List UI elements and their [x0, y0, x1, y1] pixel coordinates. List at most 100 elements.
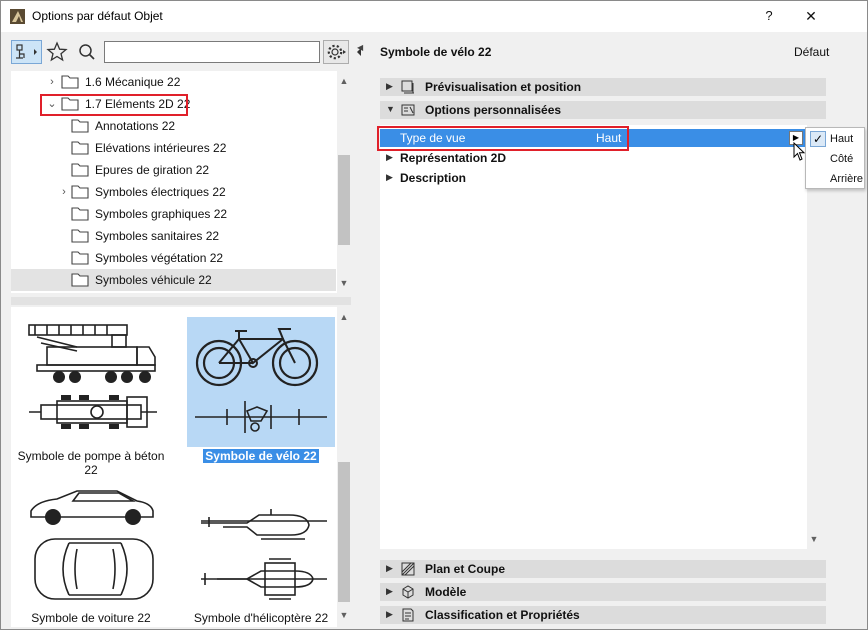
car-image [30, 490, 154, 600]
section-label: Modèle [425, 585, 467, 599]
param-row[interactable]: ▶ Représentation 2D [380, 149, 807, 167]
thumbnails-scrollbar[interactable]: ▲ ▼ [337, 307, 351, 627]
star-icon [46, 41, 68, 62]
object-thumbnails: Symbole de pompe à béton 22 Symbole de v… [11, 307, 351, 627]
folder-icon [71, 273, 89, 287]
tree-item-label: Epures de giration 22 [95, 163, 210, 177]
plan-section-icon [401, 562, 415, 576]
custom-options-icon [401, 104, 415, 116]
pump-truck-image [28, 324, 157, 429]
param-row[interactable]: ▶ Description [380, 169, 807, 187]
classification-icon [402, 608, 414, 622]
window-title: Options par défaut Objet [32, 9, 163, 23]
search-button[interactable] [75, 40, 99, 64]
section-header[interactable]: ▼ Options personnalisées [380, 101, 826, 119]
dropdown-option[interactable]: Arrière [806, 169, 864, 189]
tree-scrollbar[interactable]: ▲ ▼ [337, 71, 351, 293]
help-button[interactable]: ? [757, 3, 781, 29]
preview-icon [401, 80, 414, 94]
splitter-arrow-icon: ◀ [357, 43, 364, 52]
tree-item-label: Symboles véhicule 22 [95, 273, 212, 287]
dropdown-option-label: Haut [830, 133, 854, 145]
folder-icon [61, 75, 79, 89]
expand-triangle-icon: ▶ [386, 81, 393, 91]
settings-button[interactable] [323, 40, 349, 64]
expand-triangle-icon[interactable]: ▶ [386, 172, 393, 183]
section-label: Plan et Coupe [425, 562, 506, 576]
tree-item[interactable]: › Symboles électriques 22 [11, 181, 336, 203]
scroll-down-icon[interactable]: ▼ [337, 275, 351, 291]
tree-item-label: Symboles électriques 22 [95, 185, 226, 199]
tree-scroll-thumb[interactable] [338, 155, 350, 245]
tree-item[interactable]: Epures de giration 22 [11, 159, 336, 181]
dropdown-option[interactable]: ✓ Haut [806, 129, 864, 149]
tree-item-label: Elévations intérieures 22 [95, 141, 227, 155]
scroll-down-icon[interactable]: ▼ [807, 531, 821, 547]
thumbnail-item-selected[interactable]: Symbole de vélo 22 [181, 317, 341, 477]
param-label: Représentation 2D [400, 151, 507, 165]
dropdown-option-label: Arrière [830, 173, 864, 185]
tree-item[interactable]: Annotations 22 [11, 115, 336, 137]
tree-item-label: Symboles végétation 22 [95, 251, 224, 265]
library-view-button[interactable] [11, 40, 42, 64]
view-type-dropdown[interactable]: ✓ Haut Côté Arrière [805, 127, 865, 189]
close-button[interactable]: ✕ [799, 3, 823, 29]
section-label: Options personnalisées [425, 103, 562, 117]
section-header[interactable]: ▶ Prévisualisation et position [380, 78, 826, 96]
gear-icon [327, 44, 346, 60]
expand-triangle-icon: ▶ [386, 563, 393, 573]
tree-item-label: Symboles sanitaires 22 [95, 229, 220, 243]
archicad-app-icon [10, 9, 25, 24]
vertical-splitter[interactable]: ◀ [355, 37, 365, 629]
model-icon [402, 585, 414, 599]
thumbnail-item[interactable]: Symbole d'hélicoptère 22 [181, 487, 341, 627]
bicycle-image [187, 317, 335, 447]
expand-chevron-icon[interactable]: › [47, 76, 57, 88]
dropdown-option[interactable]: Côté [806, 149, 864, 169]
folder-icon [71, 141, 89, 155]
section-label: Prévisualisation et position [425, 80, 582, 94]
thumbnails-scroll-thumb[interactable] [338, 462, 350, 602]
param-highlight-annotation [377, 126, 629, 151]
section-header[interactable]: ▶ Plan et Coupe [380, 560, 826, 578]
expand-triangle-icon: ▶ [386, 609, 393, 619]
scroll-up-icon[interactable]: ▲ [337, 309, 351, 325]
tree-item[interactable]: Symboles véhicule 22 [11, 269, 336, 291]
tree-highlight-annotation [40, 94, 188, 116]
folder-icon [71, 119, 89, 133]
thumbnail-item[interactable]: Symbole de pompe à béton 22 [11, 317, 171, 477]
folder-icon [71, 251, 89, 265]
tree-item[interactable]: Elévations intérieures 22 [11, 137, 336, 159]
object-name: Symbole de vélo 22 [380, 45, 492, 59]
favorites-button[interactable] [45, 40, 69, 64]
tree-item[interactable]: › 1.6 Mécanique 22 [11, 71, 336, 93]
expand-triangle-icon[interactable]: ▶ [386, 152, 393, 163]
expand-triangle-icon: ▶ [386, 586, 393, 596]
tree-item[interactable]: Symboles graphiques 22 [11, 203, 336, 225]
panel-divider[interactable] [11, 297, 351, 305]
tree-item[interactable]: Symboles végétation 22 [11, 247, 336, 269]
tree-item-label: 1.6 Mécanique 22 [85, 75, 181, 89]
tree-item-label: Symboles graphiques 22 [95, 207, 228, 221]
scroll-down-icon[interactable]: ▼ [337, 607, 351, 623]
tree-item-label: Annotations 22 [95, 119, 176, 133]
helicopter-image [201, 509, 327, 600]
folder-icon [71, 163, 89, 177]
folder-icon [71, 207, 89, 221]
default-label: Défaut [794, 45, 830, 59]
thumbnail-caption: Symbole d'hélicoptère 22 [193, 611, 329, 625]
section-header[interactable]: ▶ Classification et Propriétés [380, 606, 826, 624]
thumbnail-item[interactable]: Symbole de voiture 22 [11, 487, 171, 627]
dropdown-option-label: Côté [830, 153, 854, 165]
section-label: Classification et Propriétés [425, 608, 580, 622]
param-label: Description [400, 171, 467, 185]
tree-item[interactable]: Symboles sanitaires 22 [11, 225, 336, 247]
search-input[interactable] [104, 41, 320, 63]
section-header[interactable]: ▶ Modèle [380, 583, 826, 601]
thumbnail-caption-selected: Symbole de vélo 22 [203, 449, 319, 463]
thumbnail-caption: Symbole de pompe à béton 22 [17, 449, 165, 477]
scroll-up-icon[interactable]: ▲ [337, 73, 351, 89]
thumbnail-caption: Symbole de voiture 22 [31, 611, 151, 625]
expand-chevron-icon[interactable]: › [59, 186, 69, 198]
mouse-cursor-icon [793, 142, 806, 161]
